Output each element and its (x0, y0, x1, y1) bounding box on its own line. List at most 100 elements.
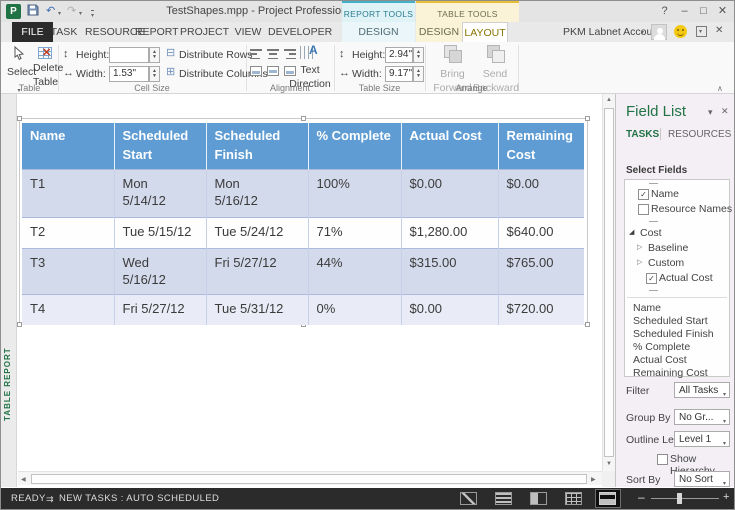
status-new-tasks[interactable]: NEW TASKS : AUTO SCHEDULED (59, 488, 219, 509)
selected-field[interactable]: Scheduled Finish (633, 327, 714, 341)
selection-handle[interactable] (301, 116, 306, 121)
col-header-scheduled-start[interactable]: Scheduled Start (114, 123, 206, 169)
col-header-actual-cost[interactable]: Actual Cost (401, 123, 498, 169)
tab-resource[interactable]: RESOURCE (85, 22, 133, 42)
cell[interactable]: T2 (22, 217, 114, 248)
tree-item-custom[interactable]: Custom (648, 256, 684, 270)
sort-by-dropdown[interactable]: No Sort▾ (674, 471, 730, 487)
cell[interactable]: 44% (308, 248, 401, 294)
tab-design-table-tools[interactable]: DESIGN (416, 22, 462, 42)
cell[interactable]: Wed 5/16/12 (114, 248, 206, 294)
tab-view[interactable]: VIEW (231, 22, 265, 42)
tab-resources[interactable]: RESOURCES (668, 129, 731, 140)
undo-dropdown-icon[interactable]: ▾ (58, 10, 61, 17)
minimize-icon[interactable]: – (676, 3, 693, 19)
customize-qat-icon[interactable]: ▾ (91, 10, 94, 19)
tab-project[interactable]: PROJECT (180, 22, 227, 42)
scroll-down-icon[interactable]: ▼ (603, 461, 615, 467)
selected-field[interactable]: Actual Cost (633, 353, 687, 367)
select-button[interactable]: Select ▾ (7, 46, 31, 84)
help-icon[interactable]: ? (656, 3, 673, 19)
col-header-name[interactable]: Name (22, 123, 114, 169)
selection-handle[interactable] (585, 116, 590, 121)
pane-close-icon[interactable]: ✕ (721, 106, 729, 117)
cell[interactable]: T3 (22, 248, 114, 294)
align-middle-icon[interactable] (267, 66, 279, 76)
tree-item-name[interactable]: Name (651, 187, 679, 201)
cell[interactable]: T4 (22, 294, 114, 325)
tree-item-actual-cost[interactable]: Actual Cost (659, 271, 713, 285)
cell[interactable]: $720.00 (498, 294, 584, 325)
cell-width-spinner[interactable]: ▲▼ (149, 66, 160, 82)
outline-level-dropdown[interactable]: Level 1▾ (674, 431, 730, 447)
table-width-spinner[interactable]: ▲▼ (413, 66, 424, 82)
tree-expanded-icon[interactable]: ◢ (629, 228, 634, 238)
redo-dropdown-icon[interactable]: ▾ (79, 10, 82, 17)
app-icon[interactable]: P (6, 4, 21, 19)
cell-width-input[interactable]: 1.53" (109, 66, 149, 82)
ribbon-display-options-icon[interactable]: ▾ (696, 26, 707, 37)
cell[interactable]: 100% (308, 169, 401, 217)
cell[interactable]: 0% (308, 294, 401, 325)
pane-dropdown-icon[interactable]: ▾ (708, 107, 713, 118)
zoom-out-icon[interactable]: – (638, 487, 645, 508)
selected-field[interactable]: Name (633, 301, 661, 315)
scroll-left-icon[interactable]: ◀ (21, 476, 26, 483)
table-height-input[interactable]: 2.94" (385, 47, 413, 63)
team-planner-view-icon[interactable] (530, 492, 547, 505)
cell[interactable]: $765.00 (498, 248, 584, 294)
tab-task[interactable]: TASK (46, 22, 82, 42)
cell[interactable]: 71% (308, 217, 401, 248)
distribute-rows-button[interactable]: Distribute Rows (179, 48, 253, 62)
task-usage-view-icon[interactable] (495, 492, 512, 505)
cell[interactable]: Fri 5/27/12 (114, 294, 206, 325)
cell[interactable]: $0.00 (498, 169, 584, 217)
close-window-icon[interactable]: ✕ (715, 25, 723, 36)
selected-field[interactable]: Remaining Cost (633, 366, 708, 380)
tab-report[interactable]: REPORT (135, 22, 177, 42)
tab-developer[interactable]: DEVELOPER (268, 22, 326, 42)
cell[interactable]: Fri 5/27/12 (206, 248, 308, 294)
align-bottom-icon[interactable] (250, 66, 262, 76)
cell-height-spinner[interactable]: ▲▼ (149, 47, 160, 63)
account-name[interactable]: PKM Labnet Account (563, 22, 661, 42)
table-height-spinner[interactable]: ▲▼ (413, 47, 424, 63)
checkbox-unchecked[interactable] (638, 204, 649, 215)
cell[interactable]: $1,280.00 (401, 217, 498, 248)
maximize-icon[interactable]: □ (695, 3, 712, 19)
save-icon[interactable] (27, 4, 39, 19)
tree-item-baseline[interactable]: Baseline (648, 241, 688, 255)
cell[interactable]: Mon 5/16/12 (206, 169, 308, 217)
checkbox-checked[interactable]: ✓ (646, 273, 657, 284)
zoom-in-icon[interactable]: + (723, 487, 730, 508)
vertical-scroll-thumb[interactable] (604, 108, 614, 457)
tab-design-report-tools[interactable]: DESIGN (342, 22, 415, 42)
scroll-up-icon[interactable]: ▲ (603, 97, 615, 103)
cell[interactable]: $315.00 (401, 248, 498, 294)
tab-tasks[interactable]: TASKS (626, 129, 659, 140)
filter-dropdown[interactable]: All Tasks▾ (674, 382, 730, 398)
cell[interactable]: $640.00 (498, 217, 584, 248)
zoom-slider-thumb[interactable] (677, 493, 682, 504)
selection-handle[interactable] (17, 116, 22, 121)
col-header-remaining-cost[interactable]: Remaining Cost (498, 123, 584, 169)
vertical-scrollbar[interactable]: ▲ ▼ (602, 94, 615, 471)
cell[interactable]: $0.00 (401, 294, 498, 325)
report-table[interactable]: Name Scheduled Start Scheduled Finish % … (22, 123, 584, 325)
tree-item-cost[interactable]: Cost (640, 226, 662, 240)
cell[interactable]: $0.00 (401, 169, 498, 217)
cell[interactable]: Tue 5/31/12 (206, 294, 308, 325)
show-hierarchy-checkbox[interactable] (657, 454, 668, 465)
col-header-percent-complete[interactable]: % Complete (308, 123, 401, 169)
group-by-dropdown[interactable]: No Gr...▾ (674, 409, 730, 425)
gantt-view-icon[interactable] (460, 492, 477, 505)
collapse-ribbon-icon[interactable]: ∧ (717, 84, 723, 93)
selected-field[interactable]: Scheduled Start (633, 314, 708, 328)
horizontal-scrollbar[interactable]: ◀ ▶ (18, 471, 602, 485)
tree-item-resource-names[interactable]: Resource Names (651, 202, 732, 216)
tree-collapsed-icon[interactable]: ▷ (637, 258, 642, 268)
sheet-view-icon[interactable] (565, 492, 582, 505)
cell[interactable]: Tue 5/24/12 (206, 217, 308, 248)
cell-height-input[interactable] (109, 47, 149, 63)
checkbox-checked[interactable]: ✓ (638, 189, 649, 200)
